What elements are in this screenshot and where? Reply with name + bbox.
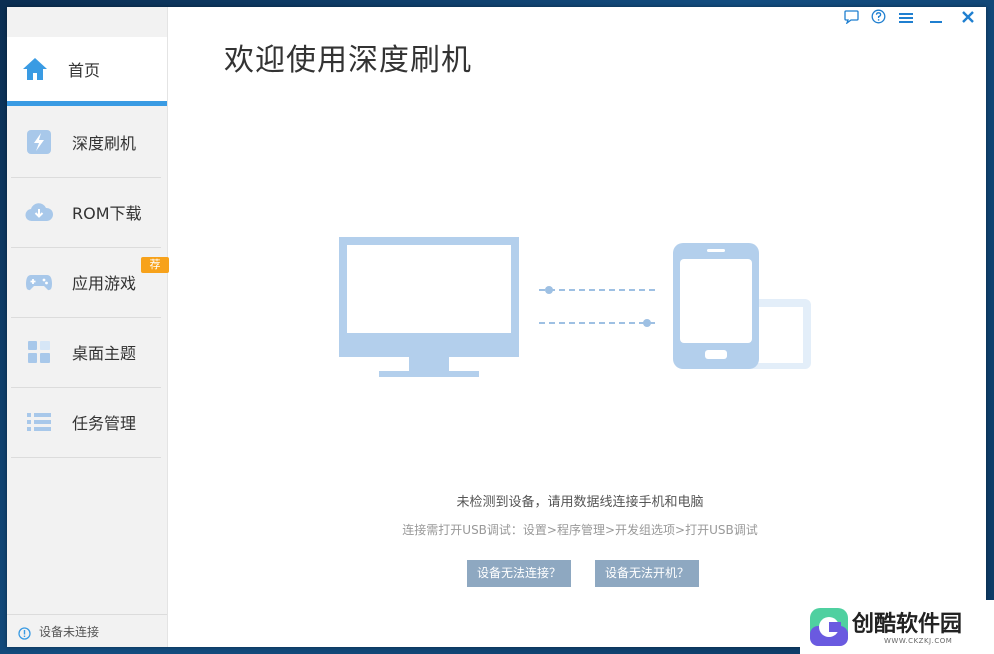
- sidebar-item-rom-download[interactable]: ROM下载: [11, 177, 161, 248]
- home-icon: [20, 54, 50, 84]
- connect-illustration: [337, 233, 817, 387]
- watermark-text: 创酷软件园: [852, 612, 963, 637]
- sidebar-item-label: 桌面主题: [72, 344, 137, 363]
- close-icon: [961, 9, 975, 28]
- menu-icon: [899, 9, 913, 28]
- sidebar-item-label: 应用游戏: [72, 274, 137, 293]
- app-window: 首页 深度刷机 ROM下载 应用游戏 荐 桌面主题 任务管理 设备未连接 欢迎使…: [7, 7, 986, 647]
- sidebar-item-label: 首页: [68, 61, 101, 80]
- watermark-url: WWW.CKZKJ.COM: [884, 637, 953, 645]
- cannot-connect-button[interactable]: 设备无法连接？: [467, 560, 571, 587]
- sidebar-item-apps-games[interactable]: 应用游戏 荐: [11, 247, 169, 318]
- feedback-icon: [843, 9, 859, 28]
- recommend-badge: 荐: [141, 257, 169, 273]
- sidebar: 首页 深度刷机 ROM下载 应用游戏 荐 桌面主题 任务管理 设备未连接: [7, 7, 169, 647]
- sidebar-item-home[interactable]: 首页: [7, 37, 167, 101]
- watermark-logo-icon: [808, 606, 850, 652]
- gamepad-icon: [24, 267, 54, 297]
- close-button[interactable]: [957, 9, 979, 27]
- list-icon: [24, 407, 54, 437]
- feedback-button[interactable]: [842, 9, 860, 27]
- sidebar-item-flash[interactable]: 深度刷机: [11, 107, 161, 178]
- sidebar-item-desktop-theme[interactable]: 桌面主题: [11, 317, 161, 388]
- info-icon: [18, 625, 31, 640]
- help-button[interactable]: [869, 9, 887, 27]
- help-icon: [871, 9, 886, 28]
- status-text: 设备未连接: [39, 624, 100, 639]
- sidebar-item-label: 任务管理: [72, 414, 137, 433]
- connection-status: 设备未连接: [7, 614, 167, 647]
- page-title: 欢迎使用深度刷机: [224, 43, 472, 78]
- no-device-message: 未检测到设备，请用数据线连接手机和电脑: [456, 495, 704, 510]
- cannot-boot-button[interactable]: 设备无法开机？: [595, 560, 699, 587]
- flash-icon: [24, 127, 54, 157]
- usb-debug-hint: 连接需打开USB调试：设置>程序管理>开发组选项>打开USB调试: [402, 523, 758, 537]
- minimize-button[interactable]: [925, 9, 947, 27]
- phone-icon: [673, 243, 811, 369]
- sidebar-item-task-manager[interactable]: 任务管理: [11, 387, 161, 458]
- grid-icon: [24, 337, 54, 367]
- active-indicator: [7, 101, 167, 106]
- minimize-icon: [929, 9, 943, 28]
- menu-button[interactable]: [897, 9, 915, 27]
- sidebar-item-label: ROM下载: [72, 204, 142, 223]
- sidebar-item-label: 深度刷机: [72, 134, 137, 153]
- cable-lines: [539, 286, 657, 327]
- monitor-icon: [339, 237, 519, 377]
- watermark: 创酷软件园 WWW.CKZKJ.COM: [800, 600, 994, 654]
- cloud-download-icon: [24, 197, 54, 227]
